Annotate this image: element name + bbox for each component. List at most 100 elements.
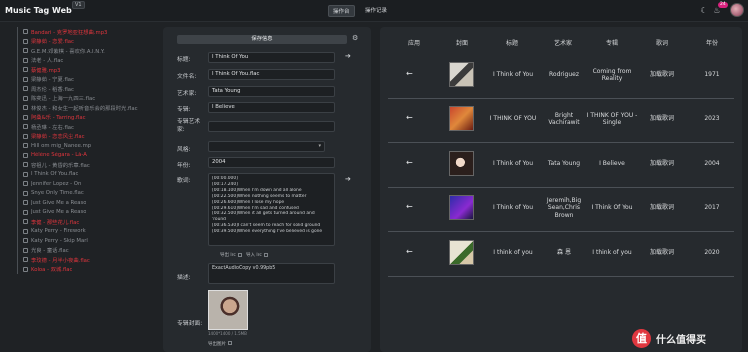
file-checkbox[interactable] [23,29,28,35]
apply-arrow-icon[interactable]: ← [406,69,413,78]
file-name: Just Give Me a Reaso [31,209,87,216]
file-name: G.E.M.邓紫棋 - 喜欢你.A.I.N.Y. [31,48,105,55]
file-checkbox[interactable] [23,209,28,215]
file-name: Snye Only Time.flac [31,190,84,197]
result-album: I Believe [599,160,625,168]
file-checkbox[interactable] [23,162,28,168]
tree-line [17,36,21,46]
file-checkbox[interactable] [23,181,28,187]
column-title: 标题 [505,40,518,47]
file-row[interactable]: G.E.M.邓紫棋 - 喜欢你.A.I.N.Y. [14,46,156,56]
file-checkbox[interactable] [23,48,28,54]
file-row[interactable]: 林俊杰 - 和女生一起听音乐会的那段时光.flac [14,103,156,113]
arrow-right-icon[interactable]: ➔ [345,52,351,60]
album-input[interactable]: I Believe [208,102,335,113]
file-checkbox[interactable] [23,219,28,225]
load-lyrics-link[interactable]: 加载歌词 [642,63,682,87]
file-row[interactable]: 法老 - 人.flac [14,55,156,65]
file-checkbox[interactable] [23,95,28,101]
nav-workbench[interactable]: 操作台 [328,5,355,17]
file-row[interactable]: 杨丞琳 - 左右.flac [14,122,156,132]
load-lyrics-link[interactable]: 加载歌词 [642,241,682,265]
file-name: Hill om mig_Nanee.mp [31,142,92,149]
moon-icon[interactable]: ☾ [698,5,710,17]
file-checkbox[interactable] [23,114,28,120]
export-lrc-option[interactable]: 导出 lrc [220,252,242,258]
file-row[interactable]: Snye Only Time.flac [14,188,156,198]
file-name: 李健 - 那些花儿.flac [31,219,80,226]
file-row[interactable]: Katy Perry - Firework [14,226,156,236]
file-name: Hélène Ségara - Là-A [31,152,87,159]
apply-arrow-icon[interactable]: ← [406,247,413,256]
file-checkbox[interactable] [23,105,28,111]
apply-arrow-icon[interactable]: ← [406,158,413,167]
title-input[interactable]: I Think Of You [208,52,335,63]
apply-arrow-icon[interactable]: ← [406,202,413,211]
file-row[interactable]: Bandari - 克罗地亚狂想曲.mp3 [14,27,156,37]
file-checkbox[interactable] [23,133,28,139]
file-checkbox[interactable] [23,190,28,196]
file-row[interactable]: Just Give Me a Reaso [14,198,156,208]
file-row[interactable]: Katy Perry - Skip Marl [14,236,156,246]
file-checkbox[interactable] [23,266,28,272]
file-checkbox[interactable] [23,76,28,82]
file-checkbox[interactable] [23,38,28,44]
nav-history[interactable]: 操作记录 [361,5,391,17]
tree-line [17,27,21,37]
import-lrc-option[interactable]: 导入 lrc [246,252,268,258]
genre-select[interactable]: ▾ [208,141,325,152]
file-name: Just Give Me a Reaso [31,199,87,206]
file-checkbox[interactable] [23,228,28,234]
avatar[interactable] [730,3,744,17]
column-artist: 艺术家 [553,40,572,47]
year-input[interactable]: 2004 [208,157,335,168]
file-row[interactable]: 梁静茹 - 恋爱.flac [14,36,156,46]
file-checkbox[interactable] [23,86,28,92]
file-row[interactable]: Just Give Me a Reaso [14,207,156,217]
load-lyrics-link[interactable]: 加载歌词 [642,107,682,131]
album-artist-input[interactable] [208,121,335,132]
file-row[interactable]: 光良 - 童话.flac [14,245,156,255]
export-cover-option[interactable]: 导出图片 [208,341,232,347]
file-checkbox[interactable] [23,124,28,130]
export-cover-checkbox[interactable] [228,341,232,345]
file-checkbox[interactable] [23,171,28,177]
file-row[interactable]: 梁静茹 - 恋恋风尘.flac [14,131,156,141]
file-row[interactable]: 梁静茹 - 宁夏.flac [14,74,156,84]
file-row[interactable]: 周杰伦 - 稻香.flac [14,84,156,94]
file-row[interactable]: Jennifer Lopez - On [14,179,156,189]
file-row[interactable]: 蔡健雅.mp3 [14,65,156,75]
file-row[interactable]: I Think Of You.flac [14,169,156,179]
import-lrc-checkbox[interactable] [263,253,268,257]
export-lrc-checkbox[interactable] [237,253,242,257]
file-checkbox[interactable] [23,200,28,206]
file-checkbox[interactable] [23,152,28,158]
file-row[interactable]: Koloa - 双城.flac [14,264,156,274]
file-row[interactable]: Hélène Ségara - Là-A [14,150,156,160]
artist-input[interactable]: Tata Young [208,86,335,97]
gear-icon[interactable]: ⚙ [352,34,358,42]
file-checkbox[interactable] [23,67,28,73]
file-row[interactable]: 李健 - 那些花儿.flac [14,217,156,227]
file-row[interactable]: 陈奕迅 - 上海一九四三.flac [14,93,156,103]
file-row[interactable]: 李玟德 - 月半小夜曲.flac [14,255,156,265]
apply-arrow-icon[interactable]: ← [406,113,413,122]
file-checkbox[interactable] [23,257,28,263]
file-checkbox[interactable] [23,143,28,149]
file-checkbox[interactable] [23,247,28,253]
load-lyrics-link[interactable]: 加载歌词 [642,196,682,220]
description-textarea[interactable]: ExactAudioCopy v0.99pb5 [208,263,335,284]
filename-input[interactable]: I Think Of You.flac [208,69,335,80]
file-row[interactable]: Hill om mig_Nanee.mp [14,141,156,151]
file-checkbox[interactable] [23,57,28,63]
file-row[interactable]: 阿桑&乐 - Tarring.flac [14,112,156,122]
file-checkbox[interactable] [23,238,28,244]
save-button[interactable]: 保存信息 [177,35,347,44]
load-lyrics-link[interactable]: 加载歌词 [642,152,682,176]
lyrics-arrow-icon[interactable]: ➔ [345,175,351,183]
lyrics-textarea[interactable]: [00:00.000] [00:17.240] [00:18.100]When I'… [208,173,335,246]
file-name: 容祖儿 - 黄昏的乐章.flac [31,162,90,169]
file-row[interactable]: 容祖儿 - 黄昏的乐章.flac [14,160,156,170]
row-divider [388,231,734,232]
album-cover-image[interactable] [208,290,248,330]
